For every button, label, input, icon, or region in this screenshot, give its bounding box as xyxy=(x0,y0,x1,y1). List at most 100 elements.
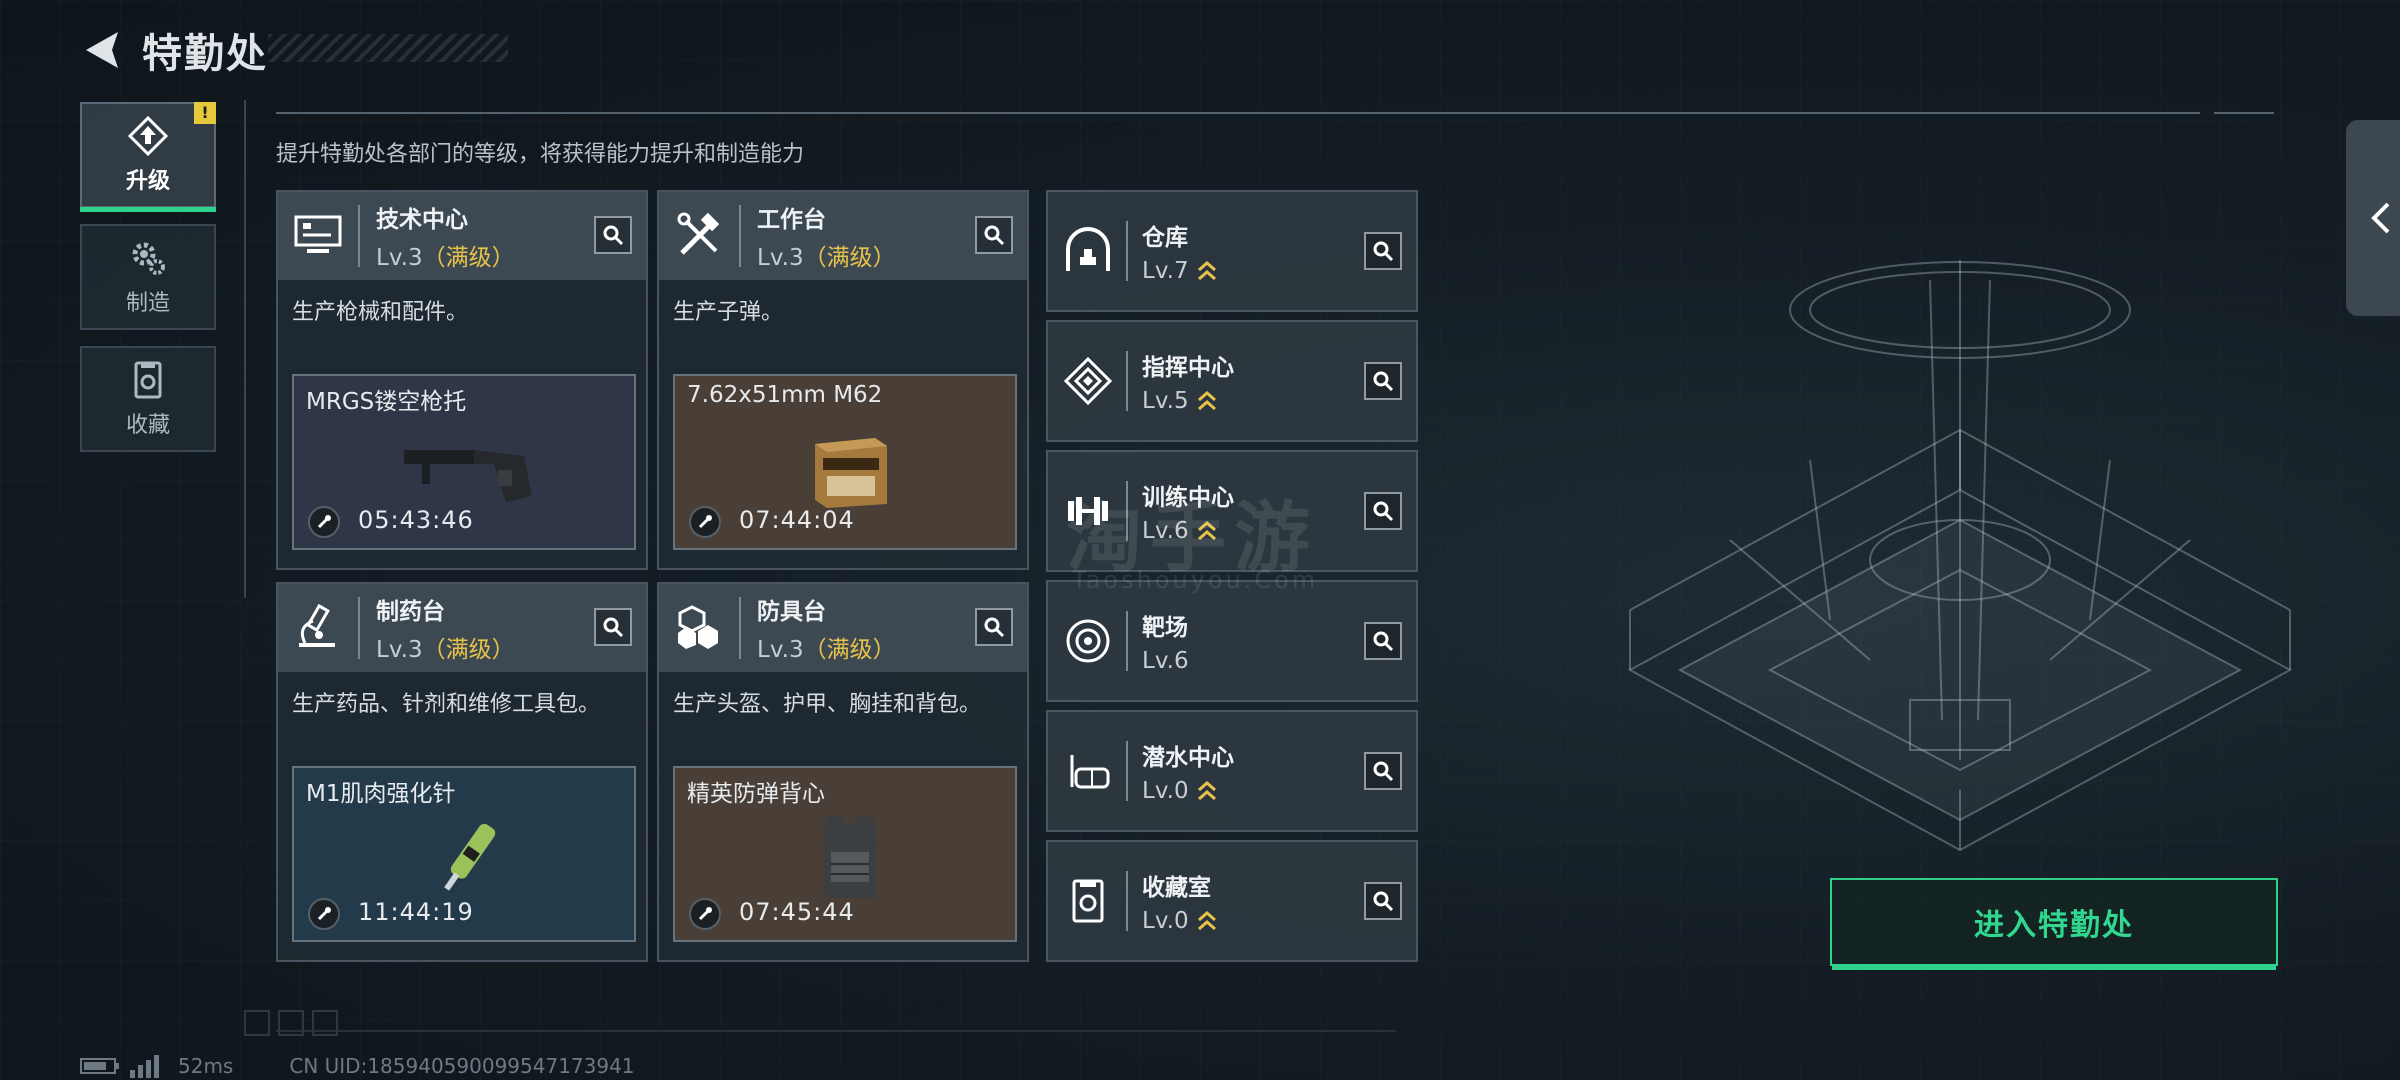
signal-icon xyxy=(130,1055,159,1078)
nav-craft[interactable]: 制造 xyxy=(80,224,216,330)
card-header: 防具台 Lv.3（满级） xyxy=(659,584,1027,672)
inspect-button[interactable] xyxy=(1364,362,1402,400)
search-icon xyxy=(1373,891,1394,912)
facility-warehouse[interactable]: 仓库 Lv.7 xyxy=(1046,190,1418,312)
battery-icon xyxy=(80,1058,119,1074)
facility-description: 生产药品、针剂和维修工具包。 xyxy=(292,692,601,717)
search-icon xyxy=(603,617,624,638)
craft-item-name: M1肌肉强化针 xyxy=(306,781,456,807)
facility-card-tech-center[interactable]: 技术中心 Lv.3（满级） 生产枪械和配件。 MRGS镂空枪托 05:43:46 xyxy=(276,190,648,570)
card-separator xyxy=(358,205,360,267)
facility-level: Lv.7 xyxy=(1142,258,1189,284)
base-wireframe-illustration xyxy=(1627,260,2293,852)
facility-name: 技术中心 xyxy=(376,207,468,233)
side-panel-toggle[interactable] xyxy=(2346,120,2400,316)
gear-icon xyxy=(132,242,165,275)
armor-blocks-icon xyxy=(671,600,727,656)
upgrade-available-icon xyxy=(1197,391,1216,411)
upgrade-icon xyxy=(127,115,169,157)
wrench-icon xyxy=(308,506,340,538)
facility-name: 工作台 xyxy=(757,207,826,233)
craft-timer: 11:44:19 xyxy=(358,898,474,926)
facility-card-armor-bench[interactable]: 防具台 Lv.3（满级） 生产头盔、护甲、胸挂和背包。 精英防弹背心 07:45… xyxy=(657,582,1029,962)
facility-description: 生产枪械和配件。 xyxy=(292,300,469,325)
facility-collection-room[interactable]: 收藏室 Lv.0 xyxy=(1046,840,1418,962)
search-icon xyxy=(1373,761,1394,782)
facility-diving-center[interactable]: 潜水中心 Lv.0 xyxy=(1046,710,1418,832)
page-title: 特勤处 xyxy=(142,31,268,77)
inspect-button[interactable] xyxy=(1364,232,1402,270)
ammo-box-image xyxy=(815,438,887,508)
craft-timer: 07:45:44 xyxy=(739,898,855,926)
inspect-button[interactable] xyxy=(594,608,632,646)
search-icon xyxy=(1373,371,1394,392)
search-icon xyxy=(603,225,624,246)
search-icon xyxy=(1373,501,1394,522)
card-header: 工作台 Lv.3（满级） xyxy=(659,192,1027,280)
facility-level: Lv.0 xyxy=(1142,778,1189,804)
facility-name: 潜水中心 xyxy=(1142,745,1234,771)
nav-upgrade-label: 升级 xyxy=(125,169,170,194)
inspect-button[interactable] xyxy=(1364,882,1402,920)
max-level-tag: （满级） xyxy=(803,637,896,663)
inspect-button[interactable] xyxy=(975,608,1013,646)
facility-name: 靶场 xyxy=(1142,615,1188,641)
side-nav: ! 升级 制造 收藏 xyxy=(80,102,216,468)
craft-item-name: 7.62x51mm M62 xyxy=(687,382,883,408)
title-decoration xyxy=(268,34,508,62)
crafting-slot[interactable]: MRGS镂空枪托 05:43:46 xyxy=(292,374,636,550)
facility-level: Lv.6 xyxy=(1142,648,1189,674)
top-divider xyxy=(276,112,2200,114)
craft-item-name: MRGS镂空枪托 xyxy=(306,389,467,415)
inspect-button[interactable] xyxy=(1364,492,1402,530)
craft-timer: 05:43:46 xyxy=(358,506,474,534)
back-button[interactable] xyxy=(78,22,126,78)
collection-icon xyxy=(134,361,162,399)
crafting-slot[interactable]: 精英防弹背心 07:45:44 xyxy=(673,766,1017,942)
warehouse-icon xyxy=(1062,225,1114,277)
command-center-icon xyxy=(1062,355,1114,407)
card-separator xyxy=(739,205,741,267)
back-arrow-icon xyxy=(86,32,118,68)
max-level-tag: （满级） xyxy=(422,245,515,271)
crafting-slot[interactable]: 7.62x51mm M62 07:44:04 xyxy=(673,374,1017,550)
craft-timer: 07:44:04 xyxy=(739,506,855,534)
facility-command-center[interactable]: 指挥中心 Lv.5 xyxy=(1046,320,1418,442)
inspect-button[interactable] xyxy=(1364,752,1402,790)
inspect-button[interactable] xyxy=(975,216,1013,254)
facility-shooting-range[interactable]: 靶场 Lv.6 xyxy=(1046,580,1418,702)
card-separator xyxy=(358,597,360,659)
facility-separator xyxy=(1126,741,1128,801)
facility-card-pharmacy[interactable]: 制药台 Lv.3（满级） 生产药品、针剂和维修工具包。 M1肌肉强化针 11:4… xyxy=(276,582,648,962)
nav-collection[interactable]: 收藏 xyxy=(80,346,216,452)
facility-separator xyxy=(1126,611,1128,671)
diving-mask-icon xyxy=(1062,745,1114,797)
facility-description: 生产头盔、护甲、胸挂和背包。 xyxy=(673,692,982,717)
card-header: 制药台 Lv.3（满级） xyxy=(278,584,646,672)
top-divider-end xyxy=(2214,112,2274,114)
nav-upgrade[interactable]: ! 升级 xyxy=(80,102,216,212)
facility-separator xyxy=(1126,221,1128,281)
facility-description: 生产子弹。 xyxy=(673,300,784,325)
facility-name: 指挥中心 xyxy=(1142,355,1234,381)
facility-name: 制药台 xyxy=(376,599,445,625)
wrench-icon xyxy=(689,506,721,538)
card-separator xyxy=(739,597,741,659)
nav-collection-label: 收藏 xyxy=(125,413,170,438)
enter-special-ops-button[interactable]: 进入特勤处 xyxy=(1830,878,2278,970)
nav-divider xyxy=(244,100,246,598)
card-header: 技术中心 Lv.3（满级） xyxy=(278,192,646,280)
nav-craft-label: 制造 xyxy=(125,291,170,316)
facility-card-workbench[interactable]: 工作台 Lv.3（满级） 生产子弹。 7.62x51mm M62 07:44:0… xyxy=(657,190,1029,570)
max-level-tag: （满级） xyxy=(422,637,515,663)
vest-image xyxy=(823,816,877,898)
inspect-button[interactable] xyxy=(594,216,632,254)
facility-level: Lv.3 xyxy=(376,637,423,663)
inspect-button[interactable] xyxy=(1364,622,1402,660)
crafting-slot[interactable]: M1肌肉强化针 11:44:19 xyxy=(292,766,636,942)
facility-level: Lv.3 xyxy=(757,637,804,663)
watermark-sub: Taoshouyou.Com xyxy=(1072,566,1319,594)
facility-name: 仓库 xyxy=(1142,225,1188,251)
status-bar: 52ms CN UID:1859405900995471739​41 xyxy=(80,1054,635,1078)
collection-room-icon xyxy=(1062,875,1114,927)
